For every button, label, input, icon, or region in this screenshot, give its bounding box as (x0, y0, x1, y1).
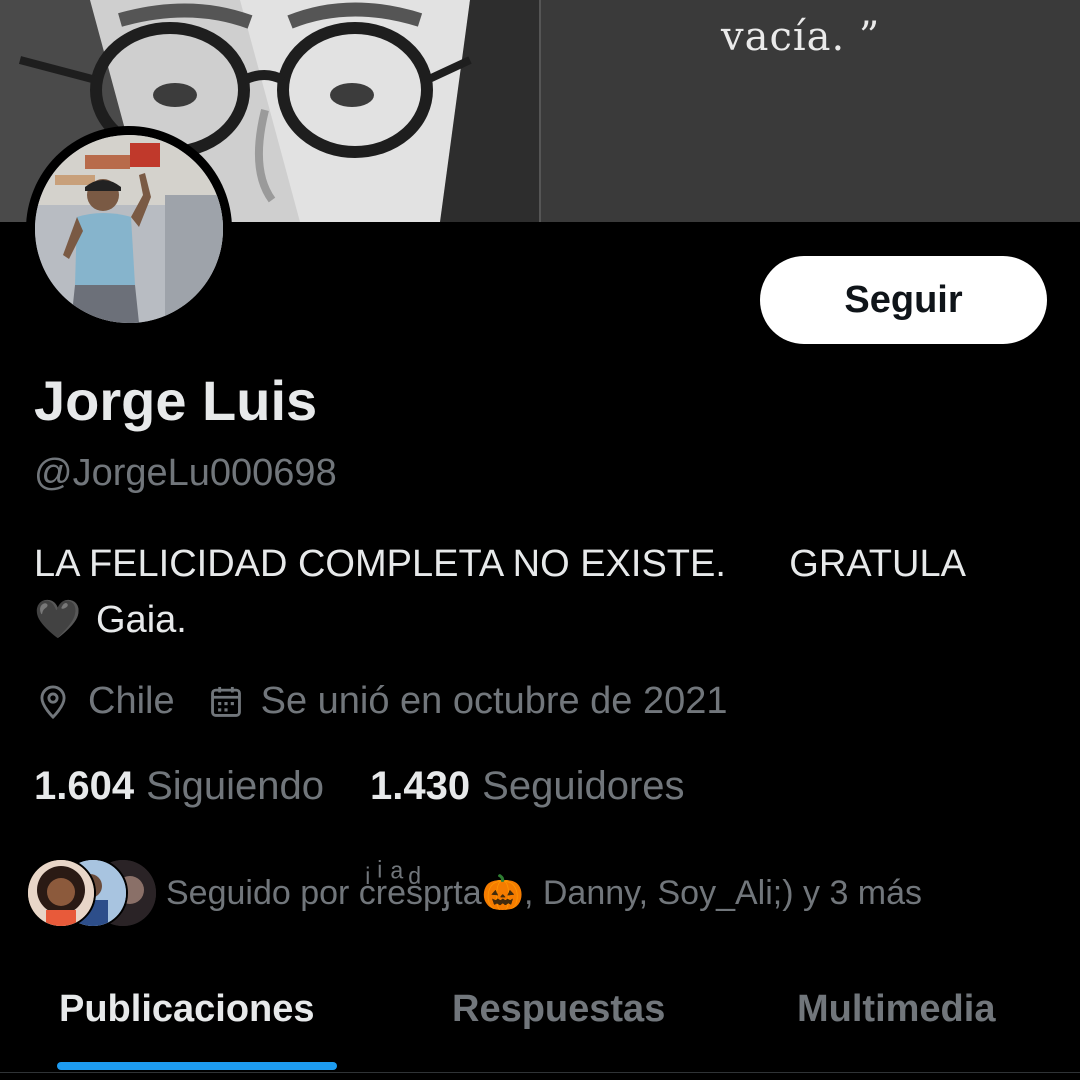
location-pin-icon (40, 685, 66, 719)
following-label: Siguiendo (146, 764, 325, 808)
tab-respuestas[interactable]: Respuestas (452, 988, 665, 1031)
followers-count: 1.430 (370, 764, 471, 808)
profile-display-name: Jorge Luis (34, 369, 318, 432)
following-count: 1.604 (34, 764, 135, 808)
profile-meta: Chile Se unió en octubre de 2021 (34, 680, 728, 723)
tab-publicaciones[interactable]: Publicaciones (59, 988, 315, 1031)
tab-multimedia[interactable]: Multimedia (797, 988, 995, 1031)
location-text: Chile (88, 680, 175, 722)
profile-page: vacía. ” Seguir Jorge Luis @JorgeLu00069… (0, 0, 1080, 1080)
bio-line-2-text: Gaia. (96, 599, 187, 641)
profile-stats: 1.604 Siguiendo 1.430 Seguidores (34, 764, 685, 809)
profile-tabs: Publicaciones Respuestas Multimedia (0, 970, 1080, 1080)
profile-bio: LA FELICIDAD COMPLETA NO EXISTE. GRATULA… (34, 536, 1034, 648)
banner-quote-text: vacía. ” (721, 14, 881, 60)
mutual-avatar-1 (26, 858, 96, 928)
bio-line-1: LA FELICIDAD COMPLETA NO EXISTE. GRATULA (34, 543, 966, 585)
followers-label: Seguidores (482, 764, 685, 808)
active-tab-indicator (57, 1062, 337, 1070)
follow-button[interactable]: Seguir (760, 256, 1047, 344)
following-link[interactable]: 1.604 Siguiendo (34, 764, 324, 809)
black-heart-icon: 🖤 (34, 599, 82, 641)
join-date-text: Se unió en octubre de 2021 (260, 680, 728, 722)
mutual-avatars (26, 858, 158, 928)
calendar-icon (210, 686, 241, 717)
followed-by-text: Seguido por cͥrͥeͣsͩpᶉta🎃, Danny, Soy_Al… (166, 874, 923, 912)
profile-avatar[interactable] (26, 126, 232, 332)
tabs-divider (0, 1072, 1080, 1073)
avatar-image (35, 135, 223, 323)
profile-handle: @JorgeLu000698 (34, 452, 337, 494)
followers-you-know[interactable]: Seguido por cͥrͥeͣsͩpᶉta🎃, Danny, Soy_Al… (26, 858, 922, 928)
followers-link[interactable]: 1.430 Seguidores (370, 764, 684, 809)
banner-quote-panel: vacía. ” (539, 0, 1080, 222)
profile-location: Chile (34, 680, 175, 723)
bio-line-2: 🖤 Gaia. (34, 592, 1034, 648)
profile-join-date: Se unió en octubre de 2021 (207, 680, 728, 723)
